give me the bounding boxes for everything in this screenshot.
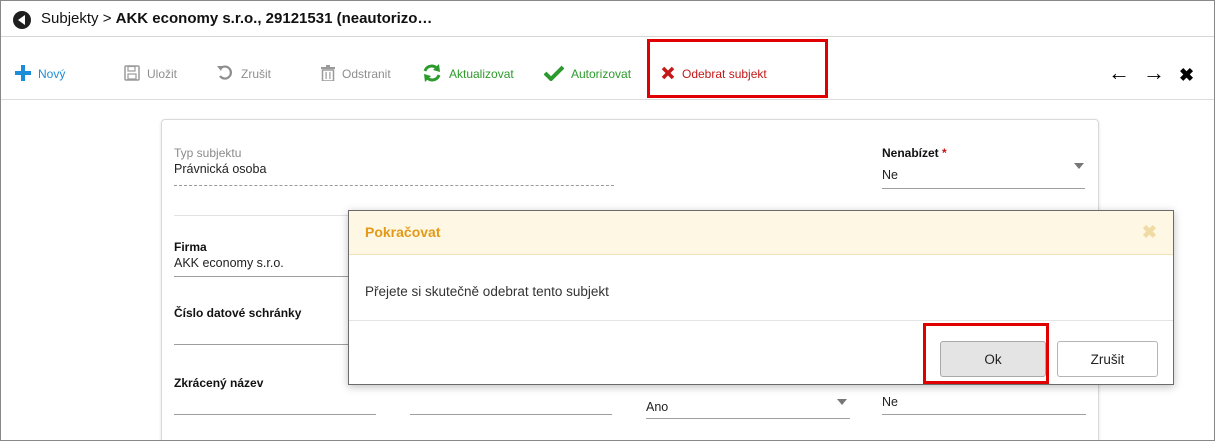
forward-arrow-icon[interactable]: → [1143, 62, 1165, 84]
authorize-button[interactable]: Autorizovat [543, 65, 632, 84]
delete-button[interactable]: Odstranit [321, 64, 391, 84]
dialog-cancel-button[interactable]: Zrušit [1057, 341, 1158, 377]
dialog-header: Pokračovat ✖ [349, 211, 1173, 255]
bottom-right-underline [882, 414, 1086, 415]
refresh-button-label: Aktualizovat [449, 67, 514, 81]
confirm-dialog: Pokračovat ✖ Přejete si skutečně odebrat… [348, 210, 1174, 385]
save-button[interactable]: Uložit [124, 64, 178, 84]
nenabizet-label-text: Nenabízet [882, 146, 939, 160]
subject-title: AKK economy s.r.o., 29121531 (neautorizo… [115, 10, 433, 27]
breadcrumb-prefix[interactable]: Subjekty > [41, 10, 116, 27]
bottom-right-value[interactable]: Ne [882, 395, 898, 409]
cancel-button[interactable]: Zrušit [216, 64, 271, 84]
title-bar: Subjekty > AKK economy s.r.o., 29121531 … [1, 1, 1214, 37]
bottom-select-underline [646, 418, 850, 419]
datova-schranka-input[interactable] [174, 344, 374, 345]
authorize-button-label: Autorizovat [571, 67, 632, 81]
page-title: Subjekty > AKK economy s.r.o., 29121531 … [41, 10, 432, 27]
cancel-button-label: Zrušit [241, 67, 271, 81]
new-button[interactable]: Nový [15, 64, 66, 84]
nenabizet-select[interactable]: Ne [882, 168, 898, 182]
subject-type-label: Typ subjektu [174, 146, 242, 160]
undo-icon [216, 64, 234, 84]
refresh-button[interactable]: Aktualizovat [422, 63, 514, 85]
new-button-label: Nový [38, 67, 66, 81]
dialog-title: Pokračovat [365, 224, 441, 240]
floppy-disk-icon [124, 64, 140, 84]
section-divider [174, 215, 354, 216]
delete-button-label: Odstranit [342, 67, 391, 81]
firma-label: Firma [174, 240, 207, 254]
dialog-footer-divider [349, 320, 1173, 321]
remove-subject-button-label: Odebrat subjekt [682, 67, 767, 81]
ok-button[interactable]: Ok [940, 341, 1046, 377]
middle-field-input[interactable] [410, 414, 612, 415]
chevron-down-icon[interactable] [1074, 163, 1084, 169]
trash-icon [321, 64, 335, 84]
zkraceny-nazev-input[interactable] [174, 414, 376, 415]
nenabizet-underline [882, 188, 1085, 189]
required-marker: * [942, 146, 947, 160]
firma-value[interactable]: AKK economy s.r.o. [174, 256, 284, 270]
x-mark-icon [661, 66, 675, 83]
refresh-icon [422, 63, 442, 85]
checkmark-icon [543, 65, 565, 84]
app-window: Subjekty > AKK economy s.r.o., 29121531 … [0, 0, 1215, 441]
remove-subject-button[interactable]: Odebrat subjekt [661, 65, 767, 83]
nenabizet-label: Nenabízet * [882, 146, 947, 160]
dialog-message: Přejete si skutečně odebrat tento subjek… [365, 284, 609, 299]
dialog-close-icon[interactable]: ✖ [1142, 222, 1157, 243]
bottom-select-value[interactable]: Ano [646, 400, 668, 414]
firma-underline [174, 276, 374, 277]
chevron-down-icon[interactable] [837, 399, 847, 405]
subject-type-divider [174, 185, 614, 186]
plus-icon [15, 64, 31, 84]
toolbar: Nový Uložit Zrušit Odstranit Aktualizova [1, 38, 1214, 100]
app-logo-icon [13, 11, 31, 29]
datova-schranka-label: Číslo datové schránky [174, 306, 302, 320]
subject-type-value: Právnická osoba [174, 162, 267, 176]
close-icon[interactable]: ✖ [1179, 64, 1194, 86]
back-arrow-icon[interactable]: ← [1108, 62, 1130, 84]
save-button-label: Uložit [147, 67, 178, 81]
zkraceny-nazev-label: Zkrácený název [174, 376, 264, 390]
